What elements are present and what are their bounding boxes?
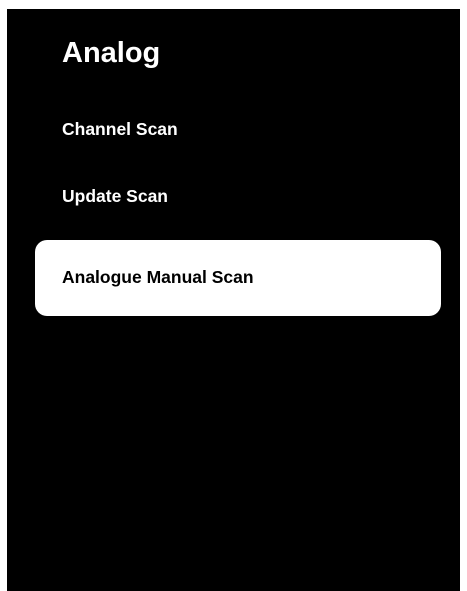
tv-menu-screen: Analog Channel Scan Update Scan Analogue…	[7, 9, 460, 591]
menu-item-channel-scan[interactable]: Channel Scan	[62, 118, 178, 140]
menu-title: Analog	[62, 37, 161, 69]
menu-item-label: Analogue Manual Scan	[62, 267, 254, 287]
menu-item-analogue-manual-scan[interactable]: Analogue Manual Scan	[35, 240, 441, 316]
menu-item-update-scan[interactable]: Update Scan	[62, 185, 168, 207]
